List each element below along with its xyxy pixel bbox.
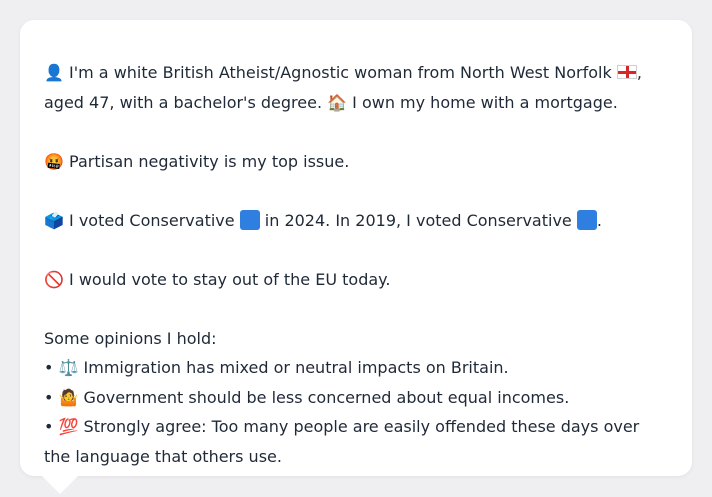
identity-line: 👤 I'm a white British Atheist/Agnostic w…	[44, 58, 668, 117]
hundred-points-icon: 💯	[58, 417, 79, 436]
home-ownership-text: I own my home with a mortgage.	[347, 92, 618, 112]
person-icon: 👤	[44, 63, 64, 82]
identity-text: I'm a white British Atheist/Agnostic wom…	[63, 63, 617, 82]
conservative-blue-square-icon	[239, 209, 260, 230]
eu-stance-text: I would vote to stay out of the EU today…	[63, 269, 391, 289]
balance-scale-icon: ⚖️	[58, 358, 79, 377]
opinion-text: Government should be less concerned abou…	[78, 387, 570, 407]
opinion-text: Immigration has mixed or neutral impacts…	[78, 358, 509, 377]
persona-card: 👤 I'm a white British Atheist/Agnostic w…	[20, 20, 692, 476]
vote-text-2024: I voted Conservative	[63, 210, 240, 230]
vote-text-2019: in 2024. In 2019, I voted Conservative	[259, 210, 577, 230]
opinion-text: Strongly agree: Too many people are easi…	[44, 417, 640, 466]
prohibited-icon: 🚫	[44, 269, 64, 289]
vote-history-line: 🗳️ I voted Conservative in 2024. In 2019…	[44, 206, 668, 236]
top-issue-text: Partisan negativity is my top issue.	[63, 151, 350, 171]
speech-bubble-tail	[40, 474, 80, 494]
england-flag-icon	[616, 65, 637, 79]
opinions-heading: Some opinions I hold:	[44, 328, 217, 348]
opinion-item: • 💯 Strongly agree: Too many people are …	[44, 412, 668, 471]
opinion-item: • 🤷 Government should be less concerned …	[44, 383, 668, 413]
top-issue-line: 🤬 Partisan negativity is my top issue.	[44, 147, 668, 177]
ballot-box-icon: 🗳️	[44, 210, 64, 230]
angry-face-icon: 🤬	[44, 151, 64, 171]
opinion-item: • ⚖️ Immigration has mixed or neutral im…	[44, 353, 668, 383]
eu-stance-line: 🚫 I would vote to stay out of the EU tod…	[44, 265, 668, 295]
shrug-icon: 🤷	[58, 387, 79, 407]
age-education-text: aged 47, with a bachelor's degree.	[44, 92, 328, 112]
conservative-blue-square-icon	[576, 209, 597, 230]
house-icon: 🏠	[327, 92, 348, 112]
